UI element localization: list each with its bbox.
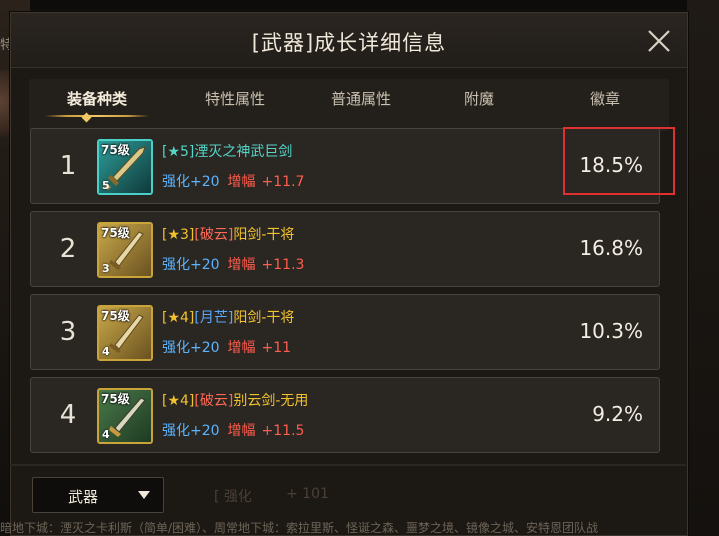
item-star-badge: 4	[102, 345, 110, 358]
reinforce-label: 强化+20	[162, 174, 220, 190]
item-star-rating: [★3]	[162, 227, 195, 243]
background-right-panel	[687, 0, 719, 534]
amplify-value: +11.3	[261, 257, 305, 273]
amplify-value: +11.5	[261, 423, 305, 439]
item-level-label: 75级	[101, 309, 130, 323]
item-name-text: 别云剑-无用	[233, 393, 309, 409]
item-stats: 强化+20 增幅 +11.5	[162, 420, 304, 440]
tab-trait-attributes[interactable]: 特性属性	[175, 79, 295, 119]
rank-number: 4	[59, 400, 77, 430]
item-name: [★3][破云]阳剑-干将	[162, 224, 294, 244]
faded-reinforce-text: [ 强化	[214, 489, 252, 505]
close-icon	[648, 30, 670, 52]
close-button[interactable]	[645, 27, 673, 55]
rank-number: 2	[59, 234, 77, 264]
item-star-rating: [★4]	[162, 310, 195, 326]
item-icon[interactable]: 75级 5	[97, 139, 153, 195]
item-stats: 强化+20 增幅 +11.3	[162, 254, 304, 274]
item-icon[interactable]: 75级 3	[97, 222, 153, 278]
background-ticker-text: 暗地下城：湮灭之卡利斯（简单/困难）、周常地下城：索拉里斯、怪诞之森、噩梦之境、…	[0, 521, 599, 535]
faded-value-text: + 101	[286, 486, 329, 502]
usage-percent: 18.5%	[579, 153, 643, 177]
usage-percent: 9.2%	[592, 402, 643, 426]
list-item[interactable]: 2 75级 3 [★3][破云]阳剑-干将 强化+20 增幅 +11.3 16.…	[30, 211, 660, 287]
list-item[interactable]: 4 75级 4 [★4][破云]别云剑-无用 强化+20 增幅 +11.5 9.…	[30, 377, 660, 453]
usage-percent: 10.3%	[579, 319, 643, 343]
item-star-badge: 5	[102, 179, 110, 192]
rank-number: 1	[59, 151, 77, 181]
item-star-rating: [★5]	[162, 144, 195, 160]
amplify-label: 增幅	[227, 174, 256, 190]
rank-number: 3	[59, 317, 77, 347]
equipment-category-dropdown[interactable]: 武器	[32, 477, 164, 513]
tab-normal-attributes[interactable]: 普通属性	[301, 79, 421, 119]
item-star-badge: 3	[102, 262, 110, 275]
reinforce-label: 强化+20	[162, 257, 220, 273]
item-name-prefix: [月芒]	[194, 310, 234, 326]
amplify-label: 增幅	[227, 423, 256, 439]
item-icon[interactable]: 75级 4	[97, 388, 153, 444]
amplify-value: +11.7	[261, 174, 305, 190]
chevron-down-icon	[138, 491, 150, 499]
item-name-text: 阳剑-干将	[233, 310, 295, 326]
item-icon[interactable]: 75级 4	[97, 305, 153, 361]
item-name-prefix: [破云]	[194, 227, 234, 243]
item-level-label: 75级	[101, 143, 130, 157]
dialog-title: [武器]成长详细信息	[251, 31, 447, 55]
item-name-text: 湮灭之神武巨剑	[194, 144, 293, 160]
footer-divider	[10, 464, 686, 466]
item-star-rating: [★4]	[162, 393, 195, 409]
item-name-prefix: [破云]	[194, 393, 234, 409]
item-name: [★5]湮灭之神武巨剑	[162, 141, 292, 161]
equipment-list[interactable]: 1 75级 5 [★5]湮灭之神武巨剑 强化+20 增幅 +11.7 18.5%…	[30, 118, 660, 454]
dropdown-selected-value: 武器	[67, 488, 98, 506]
tab-emblem[interactable]: 徽章	[545, 79, 665, 119]
list-item[interactable]: 3 75级 4 [★4][月芒]阳剑-干将 强化+20 增幅 +11 10.3%	[30, 294, 660, 370]
amplify-label: 增幅	[227, 257, 256, 273]
amplify-value: +11	[261, 340, 292, 356]
item-level-label: 75级	[101, 226, 130, 240]
usage-percent: 16.8%	[579, 236, 643, 260]
top-strip	[0, 0, 719, 10]
tab-enchant[interactable]: 附魔	[419, 79, 539, 119]
reinforce-label: 强化+20	[162, 340, 220, 356]
dialog-header: [武器]成长详细信息	[11, 13, 687, 68]
item-level-label: 75级	[101, 392, 130, 406]
list-item[interactable]: 1 75级 5 [★5]湮灭之神武巨剑 强化+20 增幅 +11.7 18.5%	[30, 128, 660, 204]
item-stats: 强化+20 增幅 +11	[162, 337, 291, 357]
amplify-label: 增幅	[227, 340, 256, 356]
tab-equipment-type[interactable]: 装备种类	[37, 79, 157, 119]
item-stats: 强化+20 增幅 +11.7	[162, 171, 304, 191]
item-star-badge: 4	[102, 428, 110, 441]
item-name-text: 阳剑-干将	[233, 227, 295, 243]
item-name: [★4][月芒]阳剑-干将	[162, 307, 294, 327]
item-name: [★4][破云]别云剑-无用	[162, 390, 308, 410]
reinforce-label: 强化+20	[162, 423, 220, 439]
